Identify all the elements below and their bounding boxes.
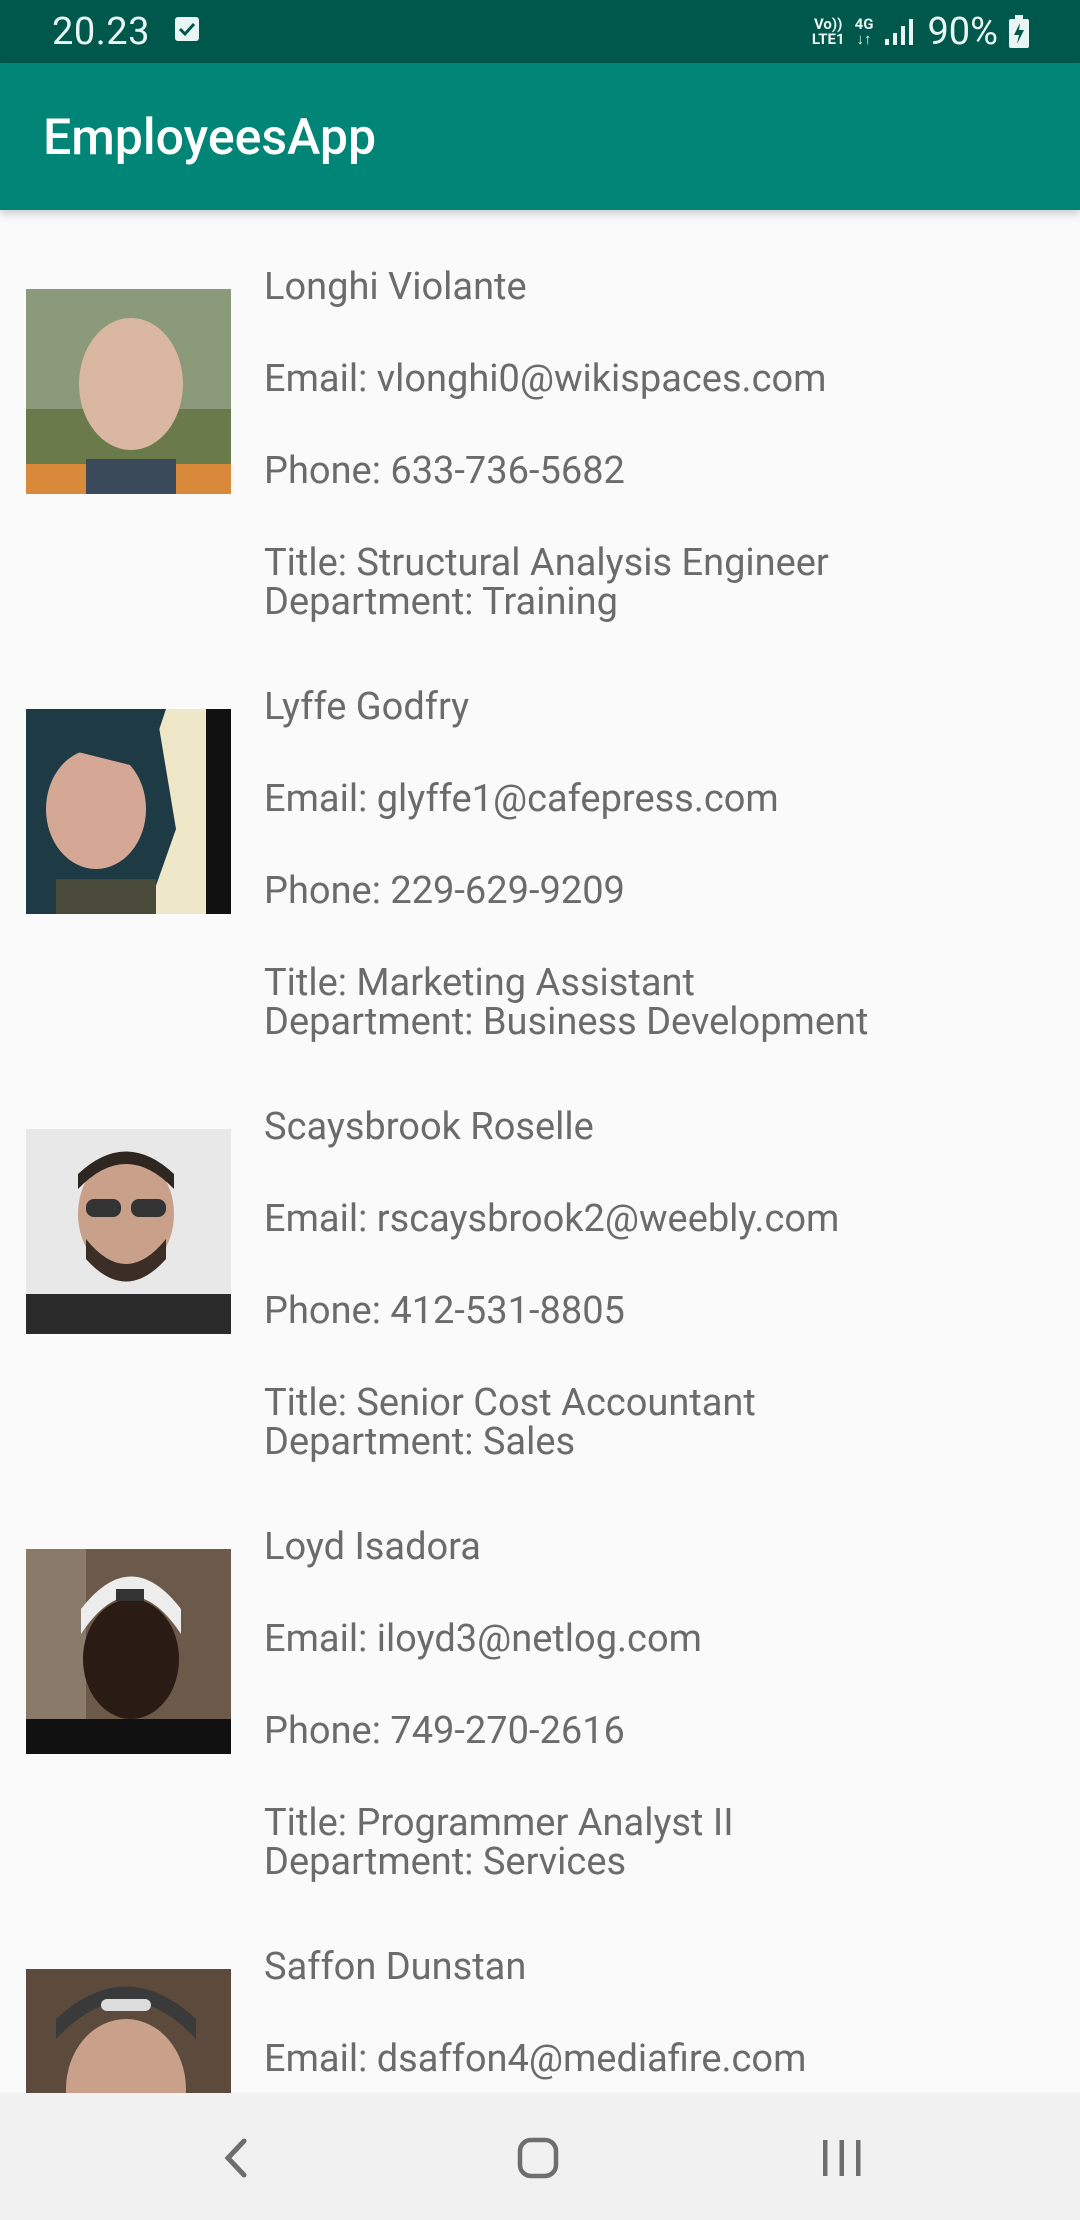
employee-phone: Phone: 412-531-8805 — [264, 1289, 625, 1333]
battery-percent: 90% — [927, 10, 998, 54]
employee-name: Lyffe Godfry — [264, 685, 470, 729]
employee-item[interactable]: Loyd Isadora Email: iloyd3@netlog.com Ph… — [0, 1470, 1080, 1890]
employee-department: Department: Sales — [264, 1420, 576, 1464]
employee-avatar — [26, 709, 231, 914]
employee-title: Title: Structural Analysis Engineer — [264, 541, 829, 585]
employee-list[interactable]: Longhi Violante Email: vlonghi0@wikispac… — [0, 210, 1080, 2093]
app-bar: EmployeesApp — [0, 63, 1080, 210]
checkbox-notification-icon — [175, 17, 199, 41]
status-time: 20.23 — [52, 10, 150, 54]
employee-avatar — [26, 1969, 231, 2093]
status-bar: 20.23 Vo)) LTE1 4G ↓↑ 90% — [0, 0, 1080, 63]
employee-avatar — [26, 1129, 231, 1334]
employee-name: Scaysbrook Roselle — [264, 1105, 594, 1149]
employee-email: Email: dsaffon4@mediafire.com — [264, 2037, 807, 2081]
signal-icon — [885, 19, 914, 45]
employee-email: Email: glyffe1@cafepress.com — [264, 777, 779, 821]
battery-charging-icon — [1009, 15, 1029, 48]
navigation-bar — [0, 2093, 1080, 2220]
employee-phone: Phone: 229-629-9209 — [264, 869, 625, 913]
employee-title: Title: Programmer Analyst II — [264, 1801, 734, 1845]
employee-email: Email: iloyd3@netlog.com — [264, 1617, 702, 1661]
volte-icon: Vo)) LTE1 — [811, 15, 845, 48]
recent-apps-icon[interactable] — [802, 2123, 882, 2193]
employee-department: Department: Business Development — [264, 1000, 869, 1044]
employee-item[interactable]: Scaysbrook Roselle Email: rscaysbrook2@w… — [0, 1050, 1080, 1470]
employee-name: Loyd Isadora — [264, 1525, 481, 1569]
status-right: Vo)) LTE1 4G ↓↑ 90% — [812, 9, 1030, 55]
network-4g-icon: 4G ↓↑ — [854, 15, 874, 48]
employee-avatar — [26, 1549, 231, 1754]
employee-name: Saffon Dunstan — [264, 1945, 527, 1989]
employee-phone: Phone: 633-736-5682 — [264, 449, 625, 493]
employee-email: Email: vlonghi0@wikispaces.com — [264, 357, 827, 401]
employee-name: Longhi Violante — [264, 265, 527, 309]
employee-avatar — [26, 289, 231, 494]
employee-item[interactable]: Lyffe Godfry Email: glyffe1@cafepress.co… — [0, 630, 1080, 1050]
app-title: EmployeesApp — [43, 109, 377, 167]
employee-title: Title: Marketing Assistant — [264, 961, 695, 1005]
back-icon[interactable] — [196, 2123, 276, 2193]
employee-department: Department: Services — [264, 1840, 627, 1884]
employee-email: Email: rscaysbrook2@weebly.com — [264, 1197, 840, 1241]
employee-phone: Phone: 749-270-2616 — [264, 1709, 625, 1753]
employee-department: Department: Training — [264, 580, 618, 624]
home-icon[interactable] — [498, 2123, 578, 2193]
employee-title: Title: Senior Cost Accountant — [264, 1381, 756, 1425]
employee-item[interactable]: Longhi Violante Email: vlonghi0@wikispac… — [0, 210, 1080, 630]
employee-item[interactable]: Saffon Dunstan Email: dsaffon4@mediafire… — [0, 1890, 1080, 2093]
